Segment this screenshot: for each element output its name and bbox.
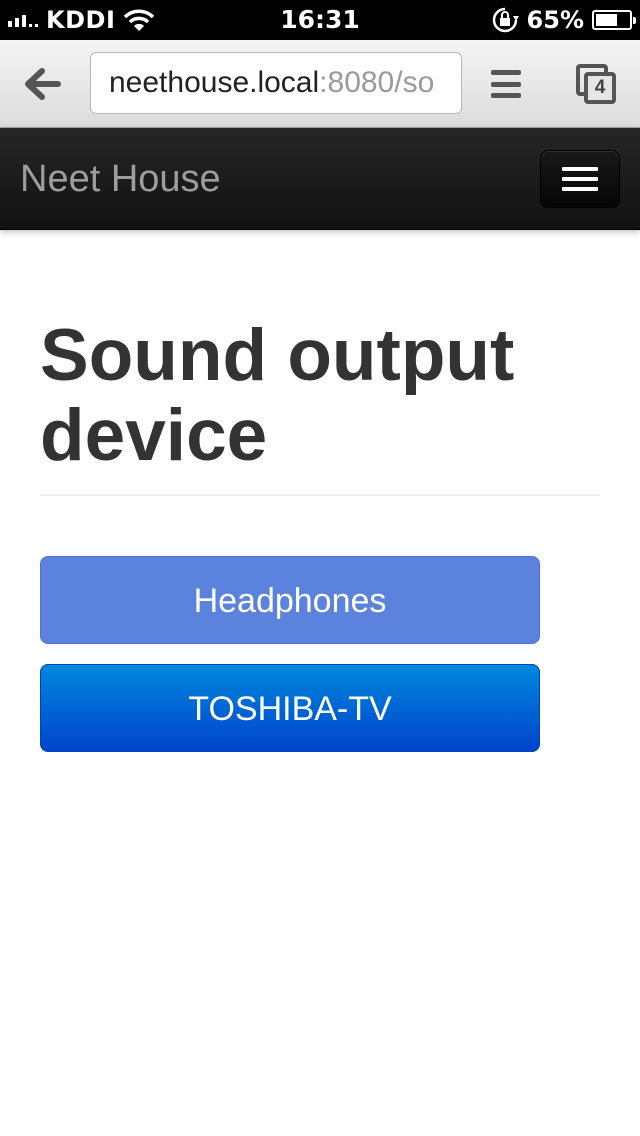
site-navbar: Neet House: [0, 128, 640, 230]
toshiba-tv-button[interactable]: TOSHIBA-TV: [40, 664, 540, 752]
url-host: neethouse.local: [109, 66, 320, 99]
url-rest: :8080/so: [319, 66, 435, 99]
divider: [40, 494, 600, 496]
nav-toggle-button[interactable]: [540, 150, 620, 208]
headphones-button[interactable]: Headphones: [40, 556, 540, 644]
main-content: Sound output device Headphones TOSHIBA-T…: [40, 230, 600, 752]
battery-icon: [592, 10, 636, 30]
rotation-lock-icon: [492, 7, 519, 33]
tab-count: 4: [584, 72, 616, 104]
brand-link[interactable]: Neet House: [20, 128, 221, 230]
battery-percent: 65%: [526, 6, 584, 34]
browser-toolbar: neethouse.local:8080/so 4: [0, 40, 640, 128]
status-bar: KDDI 16:31 65%: [0, 0, 640, 40]
menu-icon[interactable]: [488, 66, 524, 102]
back-arrow-icon: [25, 68, 61, 100]
back-button[interactable]: [20, 62, 64, 106]
url-field[interactable]: neethouse.local:8080/so: [90, 52, 462, 114]
page-title: Sound output device: [40, 315, 515, 476]
tabs-icon[interactable]: 4: [574, 62, 618, 106]
